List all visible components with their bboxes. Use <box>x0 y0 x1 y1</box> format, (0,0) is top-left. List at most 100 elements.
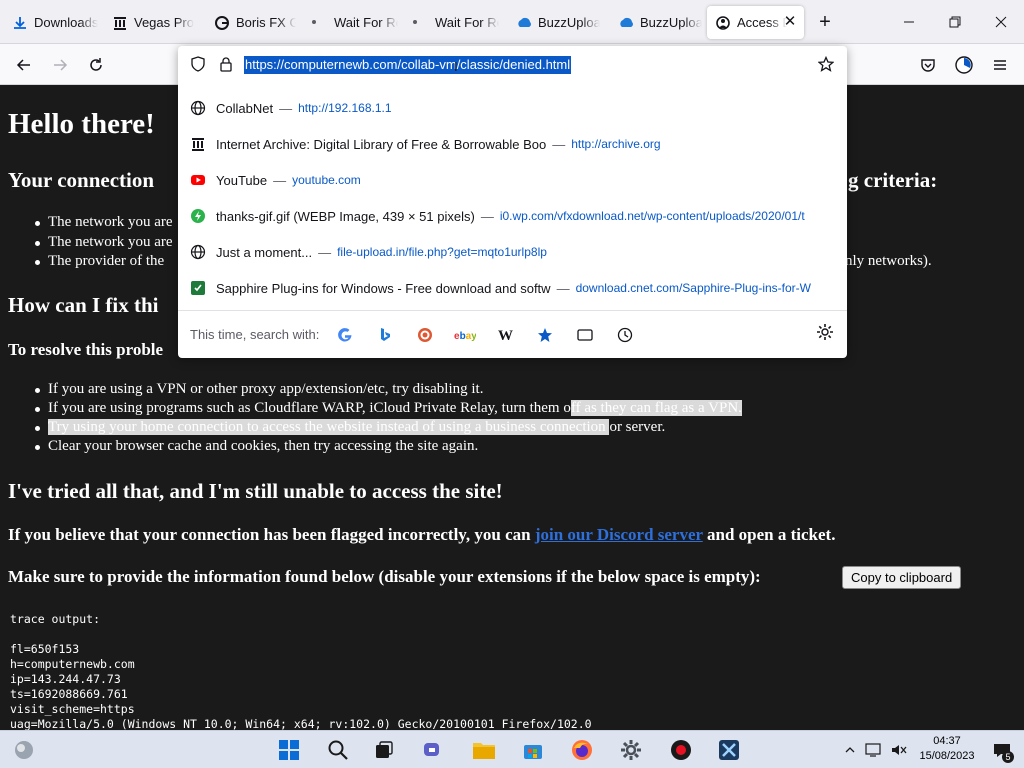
restore-icon[interactable] <box>943 10 967 34</box>
tab-strip: Downloads Vegas Pro C Boris FX Ge Wait F… <box>0 0 1024 44</box>
tab-wait-2[interactable]: Wait For Re <box>427 6 499 39</box>
url-bar: https://computernewb.com/collab-vm/class… <box>178 46 847 82</box>
suggestion-item[interactable]: Internet Archive: Digital Library of Fre… <box>178 126 847 162</box>
criteria-item: The network you are <box>35 214 173 230</box>
tab-title: Wait For Re <box>334 15 398 30</box>
buzzupload-icon <box>516 15 532 31</box>
volume-muted-icon[interactable] <box>887 736 911 764</box>
url-input[interactable]: https://computernewb.com/collab-vm/class… <box>244 56 572 74</box>
widgets-icon[interactable] <box>10 736 38 764</box>
system-clock[interactable]: 04:37 15/08/2023 <box>914 734 980 764</box>
tab-access-denied[interactable]: Access D ✕ <box>707 6 804 39</box>
archive-icon <box>112 15 128 31</box>
globe-icon <box>190 244 206 260</box>
google-icon[interactable] <box>333 323 357 347</box>
start-icon[interactable] <box>275 736 303 764</box>
archive-icon <box>190 136 206 152</box>
lock-icon[interactable] <box>218 56 234 77</box>
search-icon[interactable] <box>324 736 352 764</box>
tab-title: Access D <box>737 15 787 30</box>
connection-heading: Your connection <box>8 168 155 192</box>
access-denied-icon <box>715 15 731 31</box>
clock-date: 15/08/2023 <box>919 750 975 762</box>
tab-downloads[interactable]: Downloads <box>4 6 102 39</box>
tab-loading-dot <box>312 20 316 24</box>
text-cursor-icon: I <box>454 59 458 74</box>
suggestion-item[interactable]: Sapphire Plug-ins for Windows - Free dow… <box>178 270 847 306</box>
tab-title: Boris FX Ge <box>236 15 296 30</box>
firefox-icon[interactable] <box>568 736 596 764</box>
new-tab-icon[interactable]: + <box>813 10 837 34</box>
url-dropdown: https://computernewb.com/collab-vm/class… <box>178 46 847 358</box>
notifications-icon[interactable]: 5 <box>988 736 1016 764</box>
tab-buzzupload-2[interactable]: BuzzUpload <box>610 6 702 39</box>
clock-time: 04:37 <box>933 735 961 747</box>
trace-line: fl=650f153 <box>10 642 80 656</box>
globe-icon <box>190 100 206 116</box>
resolve-text: To resolve this proble <box>8 340 164 359</box>
duckduckgo-icon[interactable] <box>413 323 437 347</box>
tabs-icon[interactable] <box>573 323 597 347</box>
selected-text: ff as they can flag as a VPN. <box>570 400 742 416</box>
account-icon[interactable] <box>951 52 977 78</box>
criteria-item: The provider of the <box>34 253 165 269</box>
reload-icon[interactable] <box>83 52 109 78</box>
suggestion-item[interactable]: thanks-gif.gif (WEBP Image, 439 × 51 pix… <box>178 198 847 234</box>
task-view-icon[interactable] <box>370 736 398 764</box>
shield-icon[interactable] <box>190 56 206 77</box>
minimize-icon[interactable] <box>897 10 921 34</box>
trace-line: ts=1692088669.761 <box>10 687 128 701</box>
tab-buzzupload-1[interactable]: BuzzUpload <box>508 6 600 39</box>
fix-item: If you are using a VPN or other proxy ap… <box>34 381 484 397</box>
suggestion-item[interactable]: YouTube — youtube.com <box>178 162 847 198</box>
trace-line: visit_scheme=https <box>10 702 135 716</box>
trace-line: ip=143.244.47.73 <box>10 672 121 686</box>
fix-item: Clear your browser cache and cookies, th… <box>34 438 479 454</box>
back-icon[interactable] <box>11 52 37 78</box>
menu-icon[interactable] <box>987 52 1013 78</box>
close-tab-icon[interactable]: ✕ <box>782 14 798 30</box>
settings-gear-icon[interactable] <box>617 736 645 764</box>
ebay-icon[interactable]: ebay <box>453 323 477 347</box>
bookmarks-star-icon[interactable] <box>533 323 557 347</box>
close-window-icon[interactable] <box>989 10 1013 34</box>
network-icon[interactable] <box>862 736 886 764</box>
copy-to-clipboard-button[interactable]: Copy to clipboard <box>842 566 962 589</box>
tab-wait-1[interactable]: Wait For Re <box>326 6 398 39</box>
fix-item: Try using your home connection to access… <box>34 419 666 435</box>
pocket-icon[interactable] <box>915 52 941 78</box>
wikipedia-icon[interactable]: W <box>493 323 517 347</box>
obs-record-icon[interactable] <box>667 736 695 764</box>
svg-text:ebay: ebay <box>454 331 476 341</box>
criteria-item-tail: nly networks). <box>845 253 932 269</box>
vfx-icon <box>190 208 206 224</box>
history-icon[interactable] <box>613 323 637 347</box>
search-settings-gear-icon[interactable] <box>816 323 834 346</box>
download-icon <box>12 15 28 31</box>
suggestion-item[interactable]: CollabNet — http://192.168.1.1 <box>178 90 847 126</box>
discord-link[interactable]: join our Discord server <box>535 525 703 544</box>
teams-chat-icon[interactable] <box>419 736 447 764</box>
tab-title: Vegas Pro C <box>134 15 194 30</box>
trace-line: trace output: <box>10 612 101 626</box>
selected-text: Try using your home connection to access… <box>48 419 610 435</box>
svg-text:W: W <box>498 328 513 343</box>
forward-icon[interactable] <box>47 52 73 78</box>
tab-title: Downloads <box>34 15 99 30</box>
store-icon[interactable] <box>519 736 547 764</box>
show-hidden-icons-chevron-up-icon[interactable] <box>838 736 862 764</box>
tab-loading-dot <box>413 20 417 24</box>
suggestion-item[interactable]: Just a moment... — file-upload.in/file.p… <box>178 234 847 270</box>
bookmark-star-icon[interactable] <box>817 55 835 77</box>
trace-line: uag=Mozilla/5.0 (Windows NT 10.0; Win64;… <box>10 717 592 730</box>
tab-vegas[interactable]: Vegas Pro C <box>104 6 194 39</box>
tab-borisfx[interactable]: Boris FX Ge <box>206 6 296 39</box>
criteria-item: The network you are <box>35 234 173 250</box>
borisfx-icon <box>214 15 230 31</box>
page-greeting: Hello there! <box>8 108 155 140</box>
capcut-icon[interactable] <box>715 736 743 764</box>
fix-heading: How can I fix thi <box>8 293 159 317</box>
tab-title: BuzzUpload <box>538 15 600 30</box>
bing-icon[interactable] <box>373 323 397 347</box>
file-explorer-icon[interactable] <box>470 736 498 764</box>
